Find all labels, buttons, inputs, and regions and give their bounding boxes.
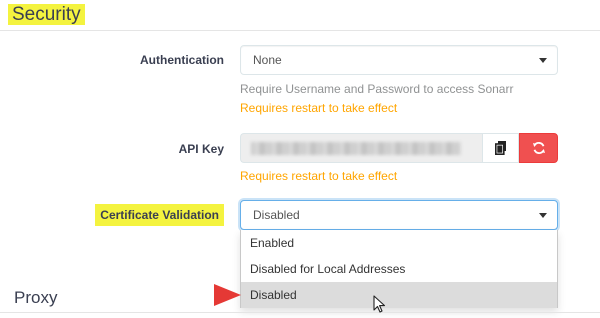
option-disabled[interactable]: Disabled — [241, 282, 557, 308]
authentication-value: None — [253, 53, 282, 67]
section-title-text: Security — [8, 4, 85, 25]
certificate-validation-dropdown: Enabled Disabled for Local Addresses Dis… — [240, 230, 558, 308]
api-key-input[interactable] — [240, 133, 482, 163]
regenerate-api-key-button[interactable] — [519, 133, 558, 163]
mouse-cursor-icon — [373, 295, 386, 313]
chevron-down-icon — [539, 58, 547, 63]
authentication-warning: Requires restart to take effect — [240, 101, 398, 115]
certificate-validation-label: Certificate Validation — [95, 204, 224, 226]
authentication-help: Require Username and Password to access … — [240, 82, 514, 96]
chevron-down-icon — [539, 213, 547, 218]
annotation-arrow-icon — [214, 284, 241, 306]
section-title: Security — [8, 2, 85, 28]
authentication-label: Authentication — [140, 53, 224, 67]
proxy-divider — [0, 312, 600, 313]
certificate-validation-value: Disabled — [253, 208, 300, 222]
option-disabled-for-local-addresses[interactable]: Disabled for Local Addresses — [241, 256, 557, 282]
api-key-label: API Key — [178, 142, 224, 156]
certificate-validation-select[interactable]: Disabled — [240, 200, 558, 230]
section-divider — [0, 30, 600, 31]
api-key-obscured-value — [251, 142, 461, 155]
certificate-validation-label-text: Certificate Validation — [95, 204, 224, 226]
copy-api-key-button[interactable] — [482, 133, 519, 163]
clipboard-icon — [494, 141, 506, 155]
option-enabled[interactable]: Enabled — [241, 230, 557, 256]
api-key-warning: Requires restart to take effect — [240, 169, 398, 183]
refresh-icon — [532, 142, 545, 154]
proxy-section-title: Proxy — [14, 288, 58, 307]
authentication-select[interactable]: None — [240, 45, 558, 75]
